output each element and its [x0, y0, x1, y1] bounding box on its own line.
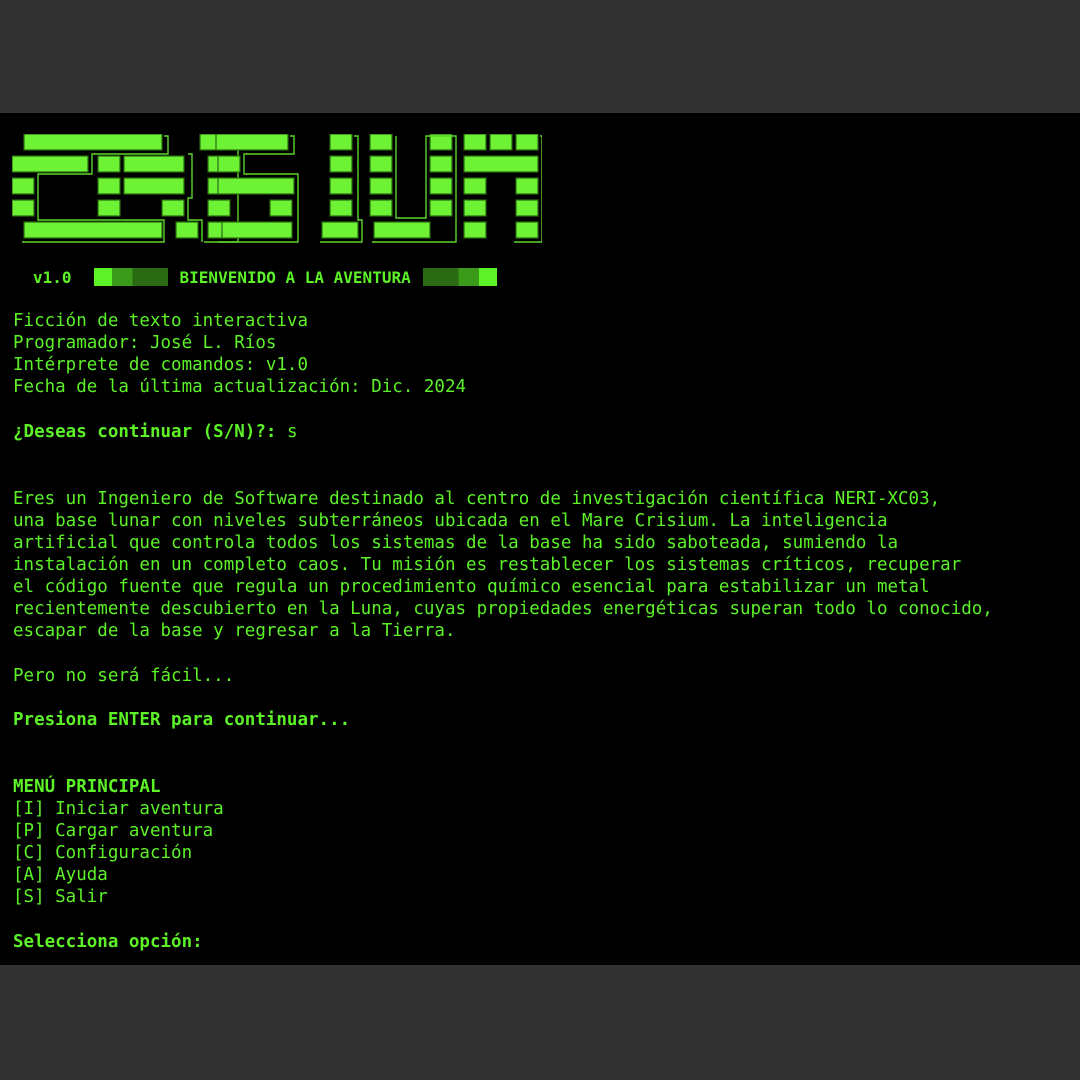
story-line: escapar de la base y regresar a la Tierr…	[13, 621, 456, 641]
menu-item-ayuda[interactable]: [A] Ayuda	[13, 864, 108, 886]
continue-prompt-line: ¿Deseas continuar (S/N)?: s	[13, 421, 297, 443]
logo-letter-u	[369, 134, 457, 243]
banner-bar-left	[93, 268, 168, 286]
logo-letter-s	[215, 134, 299, 243]
story-line: instalación en un completo caos. Tu misi…	[13, 555, 962, 575]
story-line: recientemente descubierto en la Luna, cu…	[13, 599, 993, 619]
crisium-ascii-logo	[12, 134, 542, 243]
story-line: Eres un Ingeniero de Software destinado …	[13, 489, 941, 509]
story-line: artificial que controla todos los sistem…	[13, 533, 899, 553]
info-line-interpreter: Intérprete de comandos: v1.0	[13, 355, 309, 375]
welcome-banner: v1.0 BIENVENIDO A LA AVENTURA	[33, 266, 509, 288]
info-line-programmer: Programador: José L. Ríos	[13, 333, 277, 353]
story-line: el código fuente que regula un procedimi…	[13, 577, 930, 597]
continue-question: ¿Deseas continuar (S/N)?:	[13, 422, 287, 442]
info-line-update-date: Fecha de la última actualización: Dic. 2…	[13, 377, 467, 397]
logo-letter-m	[463, 134, 542, 243]
story-teaser: Pero no será fácil...	[13, 666, 235, 686]
welcome-text: BIENVENIDO A LA AVENTURA	[179, 267, 411, 287]
info-line-genre: Ficción de texto interactiva	[13, 311, 309, 331]
story-line: una base lunar con niveles subterráneos …	[13, 511, 888, 531]
enter-prompt: Presiona ENTER para continuar...	[13, 710, 351, 730]
version-label: v1.0	[33, 267, 72, 287]
terminal-window[interactable]: v1.0 BIENVENIDO A LA AVENTURA Ficción de…	[0, 113, 1080, 965]
banner-bar-right	[422, 268, 497, 286]
menu-item-cargar[interactable]: [P] Cargar aventura	[13, 820, 213, 842]
menu-item-salir[interactable]: [S] Salir	[13, 886, 108, 908]
menu-item-configuracion[interactable]: [C] Configuración	[13, 842, 192, 864]
logo-letter-i2	[320, 134, 363, 243]
select-option-prompt[interactable]: Selecciona opción:	[13, 931, 203, 953]
continue-answer[interactable]: s	[287, 422, 298, 442]
menu-title: MENÚ PRINCIPAL	[13, 777, 161, 797]
menu-item-iniciar[interactable]: [I] Iniciar aventura	[13, 798, 224, 820]
